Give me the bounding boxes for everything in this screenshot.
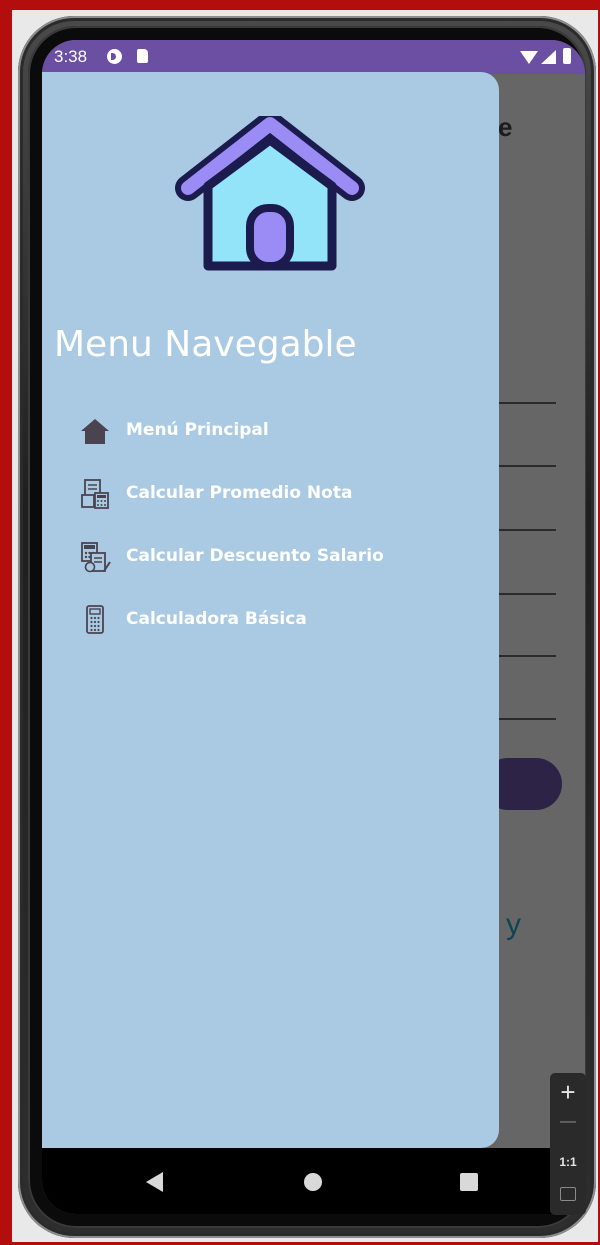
emulator-zoom-panel: + — 1:1 xyxy=(550,1073,586,1215)
back-icon[interactable] xyxy=(146,1172,163,1192)
menu-item-label: Calculadora Básica xyxy=(126,609,307,629)
menu-item-label: Menú Principal xyxy=(126,420,269,440)
fit-screen-icon[interactable] xyxy=(560,1187,576,1201)
battery-icon xyxy=(563,48,571,64)
calculator-document-icon xyxy=(81,479,109,509)
background-title-fragment: e xyxy=(498,112,513,142)
house-icon xyxy=(175,116,365,271)
signal-icon xyxy=(541,50,556,64)
background-input-line xyxy=(490,465,556,467)
status-bar: 3:38 xyxy=(42,40,585,74)
recents-icon[interactable] xyxy=(460,1173,478,1191)
background-input-line xyxy=(490,593,556,595)
data-saver-icon xyxy=(107,49,122,64)
wifi-icon xyxy=(520,51,538,64)
status-time: 3:38 xyxy=(54,47,88,66)
menu-item-label: Calcular Descuento Salario xyxy=(126,546,384,566)
background-input-line xyxy=(490,402,556,404)
device-screen: 3:38 e y Menu Navegable Menú Principal C… xyxy=(42,40,585,1214)
home-circle-icon[interactable] xyxy=(304,1173,322,1191)
drawer-title: Menu Navegable xyxy=(54,324,357,365)
navigation-drawer: Menu Navegable Menú Principal Calcular P… xyxy=(42,72,499,1148)
zoom-in-button[interactable]: + xyxy=(550,1077,586,1108)
background-input-line xyxy=(490,529,556,531)
actual-size-button[interactable]: 1:1 xyxy=(550,1155,586,1169)
menu-item-calculadora-basica[interactable]: Calculadora Básica xyxy=(42,591,499,647)
menu-item-label: Calcular Promedio Nota xyxy=(126,483,353,503)
background-text-fragment: y xyxy=(506,908,521,941)
salary-discount-icon xyxy=(81,542,111,573)
background-input-line xyxy=(490,718,556,720)
sd-card-icon xyxy=(137,49,148,63)
calculator-icon xyxy=(86,605,104,634)
home-icon xyxy=(81,419,109,444)
menu-item-menu-principal[interactable]: Menú Principal xyxy=(42,402,499,458)
navigation-bar xyxy=(42,1148,585,1214)
menu-item-calcular-descuento-salario[interactable]: Calcular Descuento Salario xyxy=(42,528,499,584)
zoom-out-button[interactable]: — xyxy=(550,1113,586,1131)
background-input-line xyxy=(490,655,556,657)
menu-item-calcular-promedio-nota[interactable]: Calcular Promedio Nota xyxy=(42,465,499,521)
